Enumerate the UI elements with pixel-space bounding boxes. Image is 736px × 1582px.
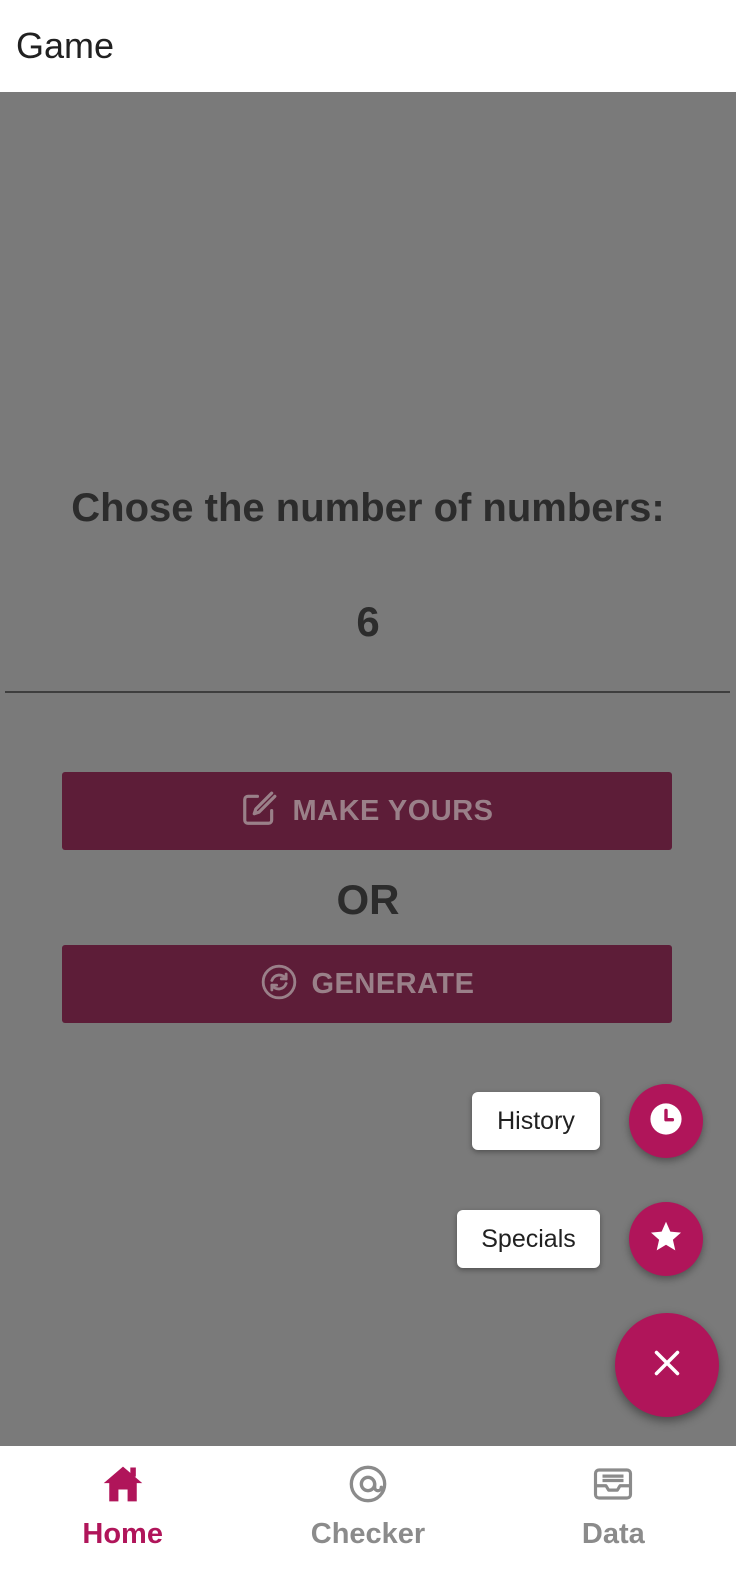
history-label[interactable]: History xyxy=(472,1092,600,1150)
nav-label-checker: Checker xyxy=(310,1518,426,1550)
speed-dial-scrim[interactable] xyxy=(0,92,736,1446)
at-sign-icon xyxy=(344,1460,392,1508)
generate-button[interactable]: GENERATE xyxy=(62,945,672,1023)
make-yours-label: MAKE YOURS xyxy=(292,794,494,827)
nav-item-data[interactable]: Data xyxy=(491,1446,736,1582)
edit-icon xyxy=(240,790,278,833)
refresh-icon xyxy=(260,963,298,1006)
number-count-underline xyxy=(5,691,730,693)
home-icon xyxy=(99,1460,147,1508)
specials-label[interactable]: Specials xyxy=(457,1210,600,1268)
inbox-icon xyxy=(589,1460,637,1508)
generate-label: GENERATE xyxy=(311,967,475,1000)
app-bar: Game xyxy=(0,0,736,92)
number-count-input[interactable]: 6 xyxy=(0,598,736,646)
page-title: Game xyxy=(16,25,115,66)
nav-label-home: Home xyxy=(82,1518,163,1550)
nav-item-home[interactable]: Home xyxy=(0,1446,245,1582)
or-separator: OR xyxy=(336,876,400,923)
bottom-nav: Home Checker Data xyxy=(0,1446,736,1582)
speed-dial-close-fab[interactable] xyxy=(615,1313,719,1417)
nav-item-checker[interactable]: Checker xyxy=(245,1446,490,1582)
star-icon xyxy=(648,1219,684,1260)
history-fab[interactable] xyxy=(629,1084,703,1158)
close-icon xyxy=(653,1349,681,1382)
clock-icon xyxy=(649,1102,683,1141)
number-count-prompt: Chose the number of numbers: xyxy=(71,486,665,530)
specials-fab[interactable] xyxy=(629,1202,703,1276)
nav-label-data: Data xyxy=(581,1518,645,1550)
make-yours-button[interactable]: MAKE YOURS xyxy=(62,772,672,850)
